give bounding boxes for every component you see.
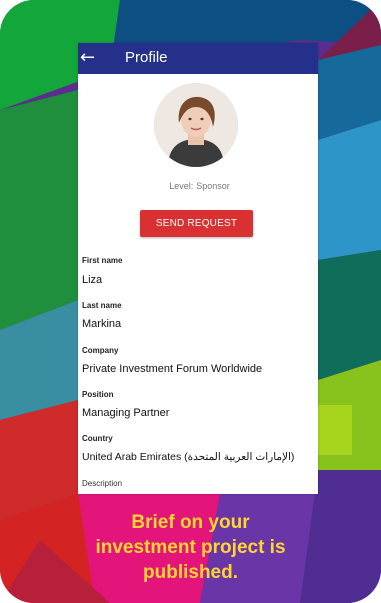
country-label: Country [82, 434, 113, 443]
page-title: Profile [125, 49, 168, 66]
app-screen: ← Profile Level: Sponsor SEND REQUEST Fir… [78, 43, 318, 494]
level-value: Sponsor [196, 181, 230, 191]
send-request-button[interactable]: SEND REQUEST [140, 210, 253, 237]
position-value: Managing Partner [82, 407, 170, 419]
caption-line-2: investment project is [95, 537, 286, 558]
company-value: Private Investment Forum Worldwide [82, 363, 263, 375]
last-name-label: Last name [82, 301, 122, 310]
caption-line-1: Brief on your [131, 512, 250, 533]
level-text: Level: Sponsor [78, 181, 318, 191]
promo-caption: Brief on your investment project is publ… [0, 510, 381, 585]
last-name-value: Markina [82, 318, 122, 330]
app-bar: ← Profile [78, 43, 318, 74]
description-label: Description [82, 479, 123, 488]
promo-card: ← Profile Level: Sponsor SEND REQUEST Fir… [0, 0, 381, 603]
company-label: Company [82, 346, 119, 355]
country-value: United Arab Emirates (الإمارات العربية ا… [82, 451, 295, 463]
user-avatar-photo [154, 83, 238, 167]
caption-line-3: published. [143, 562, 238, 583]
first-name-value: Liza [82, 274, 103, 286]
avatar [154, 83, 238, 167]
first-name-label: First name [82, 256, 123, 265]
level-label: Level: [169, 181, 194, 191]
position-label: Position [82, 390, 114, 399]
arrow-left-icon[interactable]: ← [80, 47, 96, 69]
